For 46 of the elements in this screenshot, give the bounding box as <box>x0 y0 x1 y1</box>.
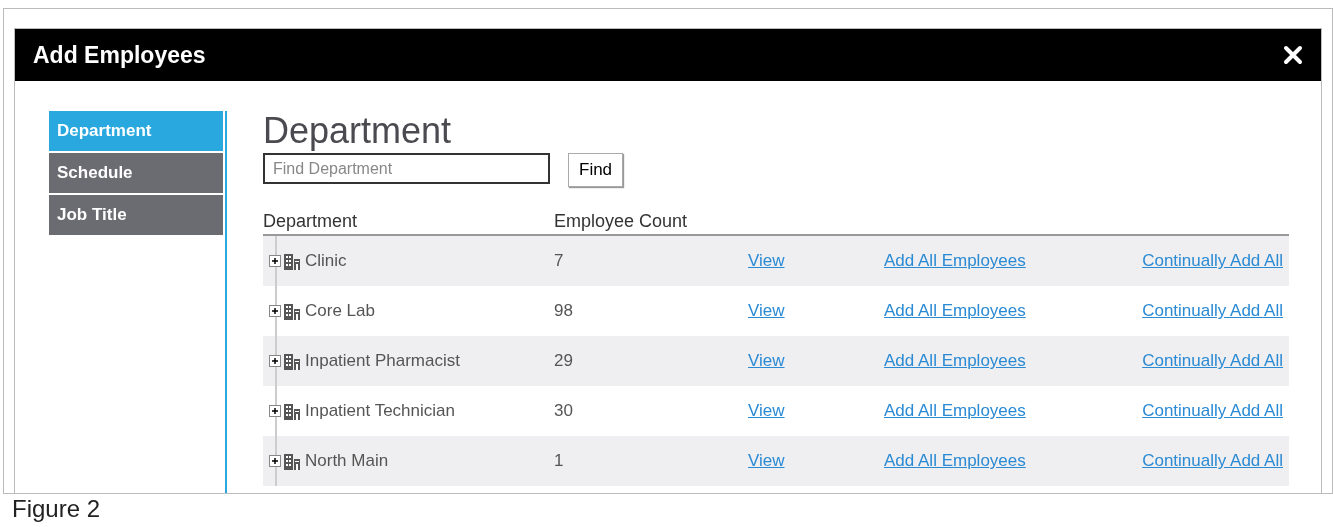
table-link[interactable]: Continually Add All <box>1142 251 1283 271</box>
employee-count: 30 <box>554 400 574 423</box>
sidebar-tab[interactable]: Schedule <box>49 153 223 193</box>
table-link[interactable]: View <box>748 351 785 371</box>
search-field[interactable]: Find Department <box>263 153 550 184</box>
building-icon <box>283 252 301 270</box>
employee-count: 1 <box>554 450 565 473</box>
building-icon <box>283 402 301 420</box>
employee-count: 29 <box>554 350 574 373</box>
table-link[interactable]: Add All Employees <box>884 451 1026 471</box>
table-link[interactable]: View <box>748 301 785 321</box>
expand-icon[interactable] <box>269 355 281 367</box>
table-link[interactable]: View <box>748 251 785 271</box>
expand-icon[interactable] <box>269 405 281 417</box>
building-icon <box>283 352 301 370</box>
close-icon[interactable] <box>1283 45 1303 65</box>
table-link[interactable]: Continually Add All <box>1142 451 1283 471</box>
expand-icon[interactable] <box>269 455 281 467</box>
table-link[interactable]: Add All Employees <box>884 301 1026 321</box>
dialog-title: Add Employees <box>33 40 206 70</box>
table-link[interactable]: Continually Add All <box>1142 351 1283 371</box>
department-name: Core Lab <box>305 300 375 323</box>
expand-icon[interactable] <box>269 255 281 267</box>
table-link[interactable]: View <box>748 401 785 421</box>
employee-count: 7 <box>554 250 565 273</box>
table-link[interactable]: View <box>748 451 785 471</box>
building-icon <box>283 452 301 470</box>
column-header: Department <box>263 210 359 233</box>
table-link[interactable]: Add All Employees <box>884 251 1026 271</box>
department-name: Inpatient Pharmacist <box>305 350 460 373</box>
department-name: Clinic <box>305 250 347 273</box>
building-icon <box>283 302 301 320</box>
sidebar-tab[interactable]: Department <box>49 111 223 151</box>
table-link[interactable]: Continually Add All <box>1142 401 1283 421</box>
department-name: North Main <box>305 450 389 473</box>
sidebar-tab[interactable]: Job Title <box>49 195 223 235</box>
find-button[interactable]: Find <box>568 153 624 187</box>
table-link[interactable]: Continually Add All <box>1142 301 1283 321</box>
employee-count: 98 <box>554 300 574 323</box>
table-link[interactable]: Add All Employees <box>884 401 1026 421</box>
figure-caption: Figure 2 <box>11 494 102 524</box>
section-heading: Department <box>263 111 453 151</box>
expand-icon[interactable] <box>269 305 281 317</box>
column-header: Employee Count <box>554 210 688 233</box>
table-link[interactable]: Add All Employees <box>884 351 1026 371</box>
department-name: Inpatient Technician <box>305 400 455 423</box>
